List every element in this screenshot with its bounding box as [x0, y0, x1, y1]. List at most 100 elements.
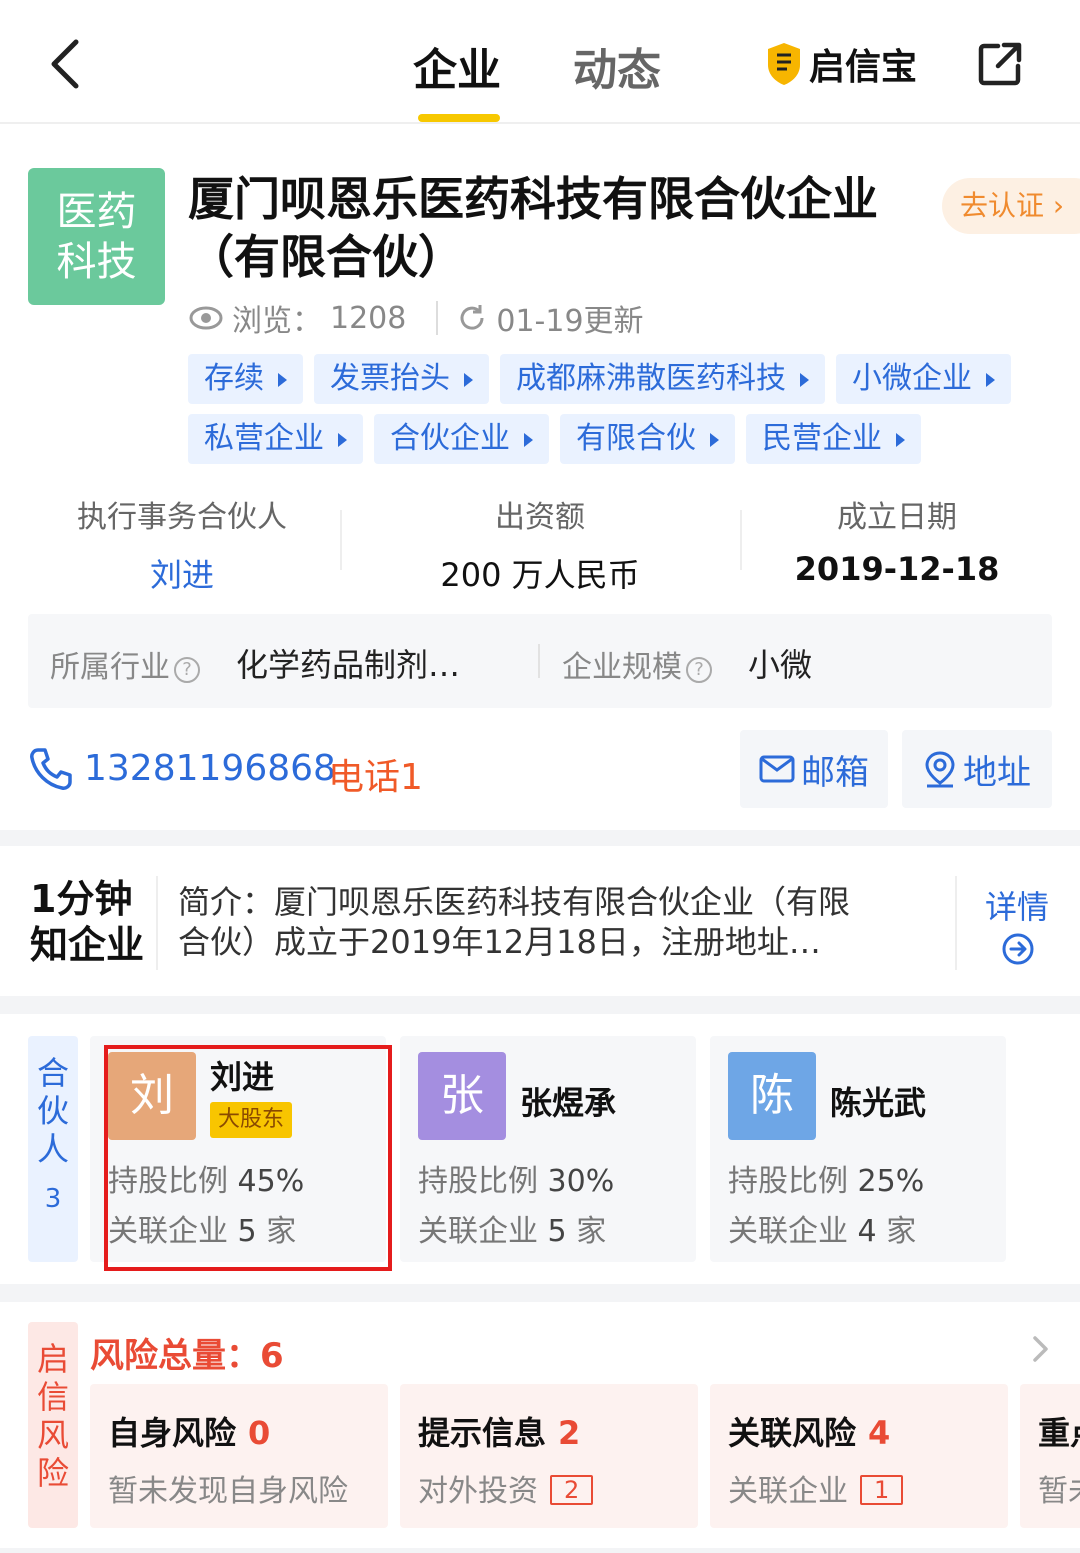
related-companies: 关联企业 4 家: [728, 1214, 917, 1249]
tab-company[interactable]: 企业: [413, 34, 501, 98]
partner-card[interactable]: 张 张煜承 持股比例 30% 关联企业 5 家: [400, 1036, 696, 1262]
company-logo: 医药 科技: [28, 168, 165, 305]
risk-card[interactable]: 重点 暂未: [1020, 1384, 1080, 1528]
top-nav-bar: 企业 动态 启信宝: [0, 0, 1080, 124]
risk-side-tab[interactable]: 启 信 风 险: [28, 1322, 78, 1528]
risk-card-sub: 暂未: [1038, 1474, 1080, 1509]
industry-divider: [538, 644, 540, 678]
risk-card-sub: 暂未发现自身风险: [108, 1474, 348, 1509]
capital-block: 出资额 200 万人民币: [400, 492, 680, 596]
logo-line-1: 医药: [56, 188, 137, 235]
executive-partner-block: 执行事务合伙人 刘进: [40, 492, 324, 596]
risk-card-title: 提示信息 2: [418, 1414, 581, 1452]
risk-side-char: 启: [36, 1340, 69, 1378]
info-divider: [740, 510, 742, 570]
risk-card-sub: 关联企业 1: [728, 1466, 904, 1510]
partner-card[interactable]: 陈 陈光武 持股比例 25% 关联企业 4 家: [710, 1036, 1006, 1262]
phone-icon[interactable]: [28, 746, 74, 792]
company-name: 厦门呗恩乐医药科技有限合伙企业（有限合伙）: [188, 172, 878, 284]
executive-partner-link[interactable]: 刘进: [40, 550, 324, 596]
detail-link[interactable]: 详情: [985, 882, 1049, 928]
partners-side-tab[interactable]: 合 伙 人 3: [28, 1036, 78, 1262]
executive-partner-label: 执行事务合伙人: [77, 500, 287, 535]
section-divider: [0, 1548, 1080, 1553]
risk-card[interactable]: 提示信息 2 对外投资 2: [400, 1384, 698, 1528]
risk-total: 风险总量：6: [90, 1336, 284, 1376]
eye-icon: [189, 306, 223, 330]
founded-date: 2019-12-18: [794, 550, 1000, 588]
brand-logo: 启信宝: [765, 40, 917, 88]
risk-card-title: 自身风险 0: [108, 1414, 271, 1452]
risk-side-char: 险: [36, 1454, 69, 1492]
phone-number[interactable]: 13281196868: [84, 748, 336, 789]
count-box: 2: [550, 1475, 594, 1505]
capital-value: 200 万人民币: [440, 556, 640, 594]
meta-divider: [436, 301, 439, 335]
intro-summary[interactable]: 简介：厦门呗恩乐医药科技有限合伙企业（有限 合伙）成立于2019年12月18日，…: [178, 882, 918, 962]
update-time: 01-19更新: [496, 304, 644, 339]
logo-line-2: 科技: [56, 238, 137, 285]
partners-side-char: 伙: [36, 1092, 69, 1130]
tag-row-1: 存续 发票抬头 成都麻沸散医药科技 小微企业: [188, 354, 1011, 404]
industry-value[interactable]: 化学药品制剂…: [236, 640, 460, 686]
tag-invoice[interactable]: 发票抬头: [314, 354, 489, 404]
founded-label: 成立日期: [837, 500, 957, 535]
share-icon[interactable]: [976, 40, 1024, 88]
help-icon[interactable]: ?: [686, 657, 712, 683]
intro-logo-line-2: 知企业: [30, 923, 145, 967]
location-pin-icon: [925, 751, 955, 788]
industry-label: 所属行业?: [50, 642, 200, 686]
industry-bar: 所属行业? 化学药品制剂… 企业规模? 小微: [28, 614, 1052, 708]
partners-side-char: 人: [36, 1130, 69, 1168]
email-button[interactable]: 邮箱: [740, 730, 888, 808]
views-count: 1208: [330, 300, 407, 336]
tag-small-micro[interactable]: 小微企业: [836, 354, 1011, 404]
highlight-box: [104, 1045, 392, 1271]
views-label: 浏览：: [232, 304, 322, 339]
partners-count: 3: [44, 1184, 62, 1214]
one-minute-logo: 1分钟 知企业: [30, 876, 144, 968]
shield-icon: [768, 43, 800, 85]
tag-partnership[interactable]: 合伙企业: [374, 414, 549, 464]
email-label: 邮箱: [801, 752, 869, 793]
intro-divider: [156, 876, 158, 970]
tab-dynamic[interactable]: 动态: [573, 34, 661, 98]
tag-limited-partnership[interactable]: 有限合伙: [560, 414, 735, 464]
partners-side-char: 合: [36, 1054, 69, 1092]
help-icon[interactable]: ?: [174, 657, 200, 683]
address-button[interactable]: 地址: [902, 730, 1052, 808]
tag-row-2: 私营企业 合伙企业 有限合伙 民营企业: [188, 414, 921, 464]
avatar: 陈: [728, 1052, 816, 1140]
refresh-icon: [460, 305, 484, 330]
brand-name: 启信宝: [809, 47, 918, 88]
risk-side-char: 风: [36, 1416, 69, 1454]
risk-card-sub: 对外投资 2: [418, 1466, 594, 1510]
company-meta: 浏览： 1208 01-19更新: [188, 298, 644, 339]
tag-non-state[interactable]: 民营企业: [746, 414, 921, 464]
chevron-right-icon[interactable]: [1030, 1334, 1052, 1364]
intro-divider: [955, 876, 957, 970]
risk-card[interactable]: 自身风险 0 暂未发现自身风险: [90, 1384, 388, 1528]
capital-label: 出资额: [495, 500, 585, 535]
scale-label: 企业规模?: [562, 642, 712, 686]
address-label: 地址: [963, 752, 1031, 793]
related-companies: 关联企业 5 家: [418, 1214, 607, 1249]
avatar: 张: [418, 1052, 506, 1140]
intro-logo-line-1: 1分钟: [30, 877, 133, 921]
info-divider: [340, 510, 342, 570]
certify-button[interactable]: 去认证 ›: [942, 178, 1080, 234]
intro-line-1: 简介：厦门呗恩乐医药科技有限合伙企业（有限: [178, 883, 851, 921]
risk-card[interactable]: 关联风险 4 关联企业 1: [710, 1384, 1008, 1528]
arrow-right-circle-icon[interactable]: [1001, 932, 1035, 966]
mail-icon: [759, 755, 795, 783]
count-box: 1: [860, 1475, 904, 1505]
tag-related-company[interactable]: 成都麻沸散医药科技: [500, 354, 825, 404]
active-tab-indicator: [418, 114, 500, 122]
phone-count[interactable]: 电话1: [328, 748, 423, 800]
tag-private[interactable]: 私营企业: [188, 414, 363, 464]
intro-line-2: 合伙）成立于2019年12月18日，注册地址…: [178, 923, 821, 961]
partner-name: 陈光武: [830, 1084, 927, 1122]
tag-status[interactable]: 存续: [188, 354, 303, 404]
back-arrow-icon[interactable]: [44, 36, 88, 92]
section-divider: [0, 830, 1080, 846]
